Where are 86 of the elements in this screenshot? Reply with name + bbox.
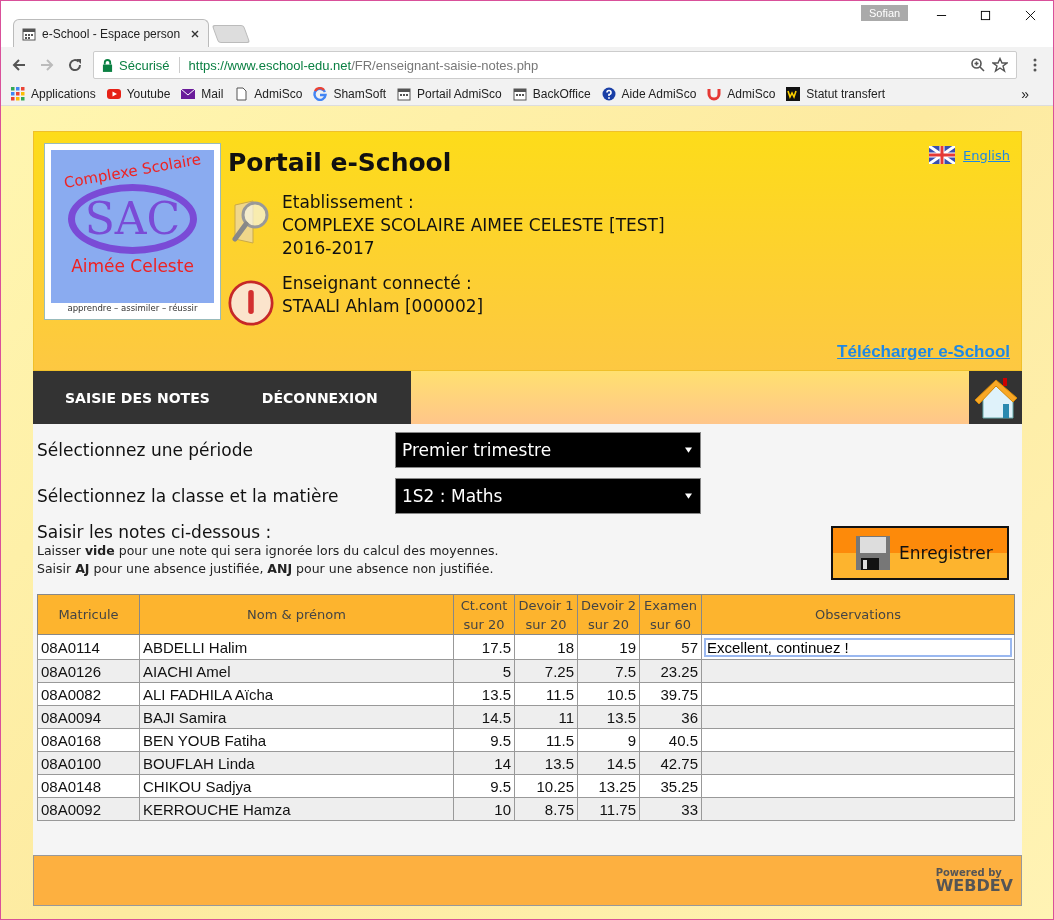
observation-cell[interactable] (701, 728, 1015, 752)
logo-motto: apprendre – assimiler – réussir (51, 303, 214, 313)
table-cell: ABDELLI Halim (139, 634, 454, 660)
table-cell: 08A0100 (37, 751, 140, 775)
column-header: Ct.cont sur 20 (453, 594, 515, 635)
bookmark-link[interactable]: BackOffice (512, 87, 591, 101)
star-icon[interactable] (992, 57, 1008, 73)
table-cell: CHIKOU Sadjya (139, 774, 454, 798)
bookmark-link[interactable]: Statut transfert (786, 87, 886, 101)
teacher-name: STAALI Ahlam [000002] (282, 295, 484, 318)
calendar-icon (397, 87, 412, 101)
logo-text: Aimée Celeste (71, 256, 194, 277)
help-icon (601, 87, 616, 101)
close-icon[interactable] (1025, 10, 1036, 21)
caret-icon (685, 493, 692, 499)
table-cell: 08A0094 (37, 705, 140, 729)
zigzag-icon (786, 87, 801, 101)
observation-cell[interactable] (701, 797, 1015, 821)
save-button[interactable]: Enregistrer (831, 526, 1009, 580)
envelope-icon (181, 87, 196, 101)
ring-icon (313, 87, 328, 101)
observation-cell[interactable] (701, 751, 1015, 775)
address-bar[interactable]: Sécurisé https://www.eschool-edu.net/FR/enseignant-saisie-notes.php (93, 51, 1017, 79)
table-cell: 08A0082 (37, 682, 140, 706)
calendar-icon (512, 87, 527, 101)
bookmark-link[interactable]: ShamSoft (313, 87, 387, 101)
school-year: 2016-2017 (282, 237, 376, 260)
lock-icon (102, 58, 113, 72)
nav-menu-item[interactable]: SAISIE DES NOTES (65, 389, 210, 406)
caret-icon (685, 447, 692, 453)
observation-cell[interactable] (701, 659, 1015, 683)
nav-menu-item[interactable]: DÉCONNEXION (261, 389, 378, 406)
table-cell: 08A0148 (37, 774, 140, 798)
class-subject-label: Sélectionnez la classe et la matière (37, 486, 340, 506)
column-header: Matricule (37, 594, 140, 635)
portal-title: Portail e-School (228, 148, 453, 177)
bookmark-link[interactable]: Portail AdmiSco (397, 87, 502, 101)
table-cell: AIACHI Amel (139, 659, 454, 683)
table-cell: KERROUCHE Hamza (139, 797, 454, 821)
column-header: Nom & prénom (139, 594, 454, 635)
instructions-title: Saisir les notes ci-dessous : (37, 522, 273, 542)
webdev-logo: Powered by WEBDEV (935, 867, 1013, 894)
period-dropdown[interactable]: Premier trimestre (395, 432, 701, 468)
more-bookmarks-button[interactable]: » (1021, 86, 1029, 102)
table-cell: ALI FADHILA Aïcha (139, 682, 454, 706)
app-grid-icon (11, 87, 25, 101)
table-cell: BEN YOUB Fatiha (139, 728, 454, 752)
house-icon (972, 375, 1019, 420)
table-cell: 08A0168 (37, 728, 140, 752)
instruction-text: Laisser vide pour une note qui sera ignorée lors du calcul des moyennes. (37, 542, 499, 560)
instruction-text: Saisir AJ pour une absence justifiée, ANJ pour une absence non justifiée. (37, 560, 495, 578)
bookmark-link[interactable]: Youtube (106, 87, 171, 101)
class-subject-dropdown[interactable]: 1S2 : Maths (395, 478, 701, 514)
column-header: Devoir 1 sur 20 (514, 594, 578, 635)
bookmark-link[interactable]: AdmiSco (234, 87, 303, 101)
bookmark-link[interactable]: Mail (181, 87, 224, 101)
play-icon (106, 87, 121, 101)
period-label: Sélectionnez une période (37, 440, 254, 460)
column-header: Observations (701, 594, 1015, 635)
browser-tab[interactable]: e-School - Espace person (13, 19, 209, 47)
home-button[interactable] (969, 371, 1022, 424)
table-cell: 08A0126 (37, 659, 140, 683)
bookmark-link[interactable]: Aide AdmiSco (601, 87, 697, 101)
school-label: Etablissement : (282, 191, 415, 214)
teacher-label: Enseignant connecté : (282, 272, 473, 295)
calendar-icon (22, 26, 36, 41)
bookmark-link[interactable]: Applications (11, 87, 96, 101)
bookmark-link[interactable]: AdmiSco (707, 87, 776, 101)
flag-icon (929, 146, 956, 164)
horseshoe-icon (707, 87, 722, 101)
close-icon[interactable] (190, 28, 200, 39)
table-cell: 08A0092 (37, 797, 140, 821)
observation-cell[interactable] (701, 774, 1015, 798)
page-icon (234, 87, 249, 101)
table-cell: BAJI Samira (139, 705, 454, 729)
table-cell: 08A0114 (37, 634, 140, 660)
zoom-icon[interactable] (970, 57, 986, 73)
observation-cell[interactable] (701, 682, 1015, 706)
school-name: COMPLEXE SCOLAIRE AIMEE CELESTE [TEST] (282, 214, 665, 237)
column-header: Devoir 2 sur 20 (577, 594, 640, 635)
observation-cell[interactable] (701, 705, 1015, 729)
table-cell: BOUFLAH Linda (139, 751, 454, 775)
column-header: Examen sur 60 (639, 594, 702, 635)
maximize-icon[interactable] (980, 10, 991, 21)
observation-field[interactable]: Excellent, continuez ! (704, 637, 1012, 657)
info-circle-icon (228, 278, 274, 328)
